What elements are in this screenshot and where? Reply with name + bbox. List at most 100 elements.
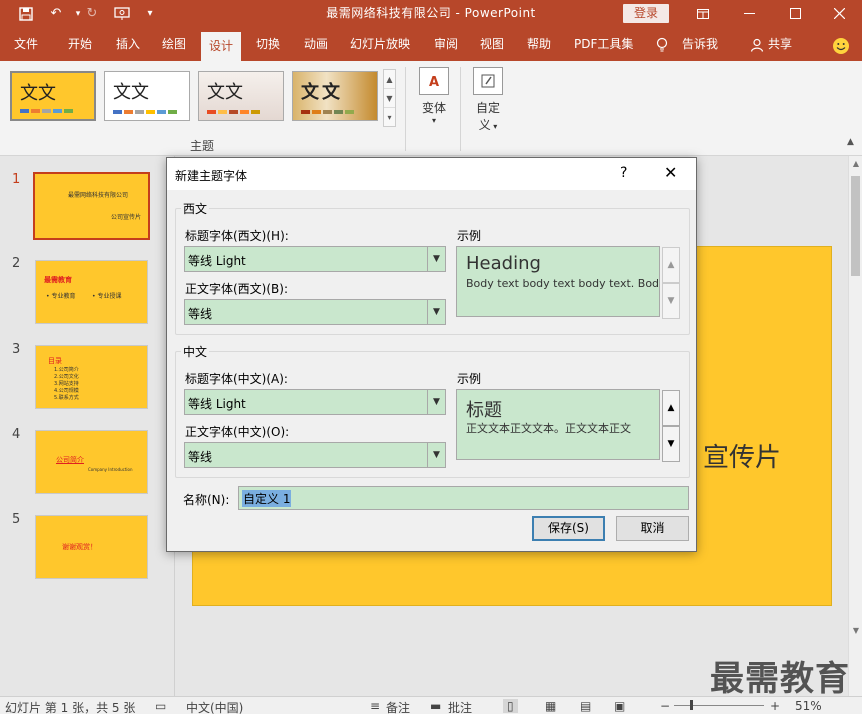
title-bar: ↶ ▾ ↻ ▾ 最需网络科技有限公司 - PowerPoint 登录 xyxy=(0,0,862,27)
slide-sorter-icon[interactable]: ▦ xyxy=(545,699,556,713)
feedback-smiley-icon[interactable] xyxy=(832,34,850,54)
theme-thumbnail-2[interactable]: 文文 xyxy=(104,71,190,121)
tab-insert[interactable]: 插入 xyxy=(116,27,140,61)
new-theme-fonts-dialog: 新建主题字体 ? ✕ 西文 标题字体(西文)(H): 等线 Light ▼ 正文… xyxy=(166,157,697,552)
western-preview-scroll-down-icon[interactable]: ▼ xyxy=(662,283,680,319)
east-heading-font-label: 标题字体(中文)(A): xyxy=(185,372,288,386)
scrollbar-thumb[interactable] xyxy=(851,176,860,276)
share-user-icon[interactable] xyxy=(750,27,764,61)
scroll-up-icon[interactable]: ▲ xyxy=(851,159,861,169)
comments-icon[interactable]: ▬ xyxy=(430,699,441,713)
slide-thumbnail-1[interactable]: 最需网络科技有限公司 公司宣传片 xyxy=(33,172,150,240)
ribbon-display-options-icon[interactable] xyxy=(680,0,726,27)
theme-color-bars xyxy=(207,110,260,114)
tab-slideshow[interactable]: 幻灯片放映 xyxy=(350,27,410,61)
chevron-down-icon[interactable]: ▼ xyxy=(427,247,445,271)
tab-tell-me[interactable]: 告诉我 xyxy=(682,27,718,61)
western-heading-font-value: 等线 Light xyxy=(188,254,246,268)
thumb-text: • 专业教育 xyxy=(46,293,76,300)
close-window-icon[interactable] xyxy=(816,0,862,27)
notes-button[interactable]: 备注 xyxy=(386,699,410,714)
zoom-level[interactable]: 51% xyxy=(795,699,822,713)
cancel-button[interactable]: 取消 xyxy=(616,516,689,541)
notes-icon[interactable]: ≡ xyxy=(370,699,380,713)
redo-icon[interactable]: ↻ xyxy=(80,0,104,27)
slideshow-view-icon[interactable]: ▣ xyxy=(614,699,625,713)
east-preview-scroll-down-icon[interactable]: ▼ xyxy=(662,426,680,462)
east-body-font-select[interactable]: 等线 ▼ xyxy=(184,442,446,468)
western-preview-scroll-up-icon[interactable]: ▲ xyxy=(662,247,680,283)
theme-thumbnail-3[interactable]: 文文 xyxy=(198,71,284,121)
tab-draw[interactable]: 绘图 xyxy=(162,27,186,61)
theme-gallery-scroller[interactable]: ▲ ▼ ▾ xyxy=(383,69,396,127)
thumb-text: 最需教育 xyxy=(44,276,72,284)
slide-subtitle[interactable]: 宣传片 xyxy=(703,437,781,474)
gallery-down-icon[interactable]: ▼ xyxy=(384,89,395,108)
spelling-check-icon[interactable]: ▭ xyxy=(155,699,166,713)
thumb-text: 4.公司规模 xyxy=(54,388,79,394)
slide-number-4: 4 xyxy=(12,427,21,442)
editor-vertical-scrollbar[interactable]: ▲ ▼ xyxy=(848,156,862,696)
start-slideshow-icon[interactable] xyxy=(110,0,134,27)
tab-share[interactable]: 共享 xyxy=(768,27,792,61)
tell-me-lightbulb-icon[interactable] xyxy=(656,27,668,61)
maximize-icon[interactable] xyxy=(772,0,818,27)
slide-thumbnail-5[interactable]: 谢谢观赏！ xyxy=(35,515,148,579)
dialog-close-icon[interactable]: ✕ xyxy=(664,163,677,182)
tab-design[interactable]: 设计 xyxy=(201,32,242,61)
gallery-more-icon[interactable]: ▾ xyxy=(384,108,395,127)
minimize-icon[interactable] xyxy=(726,0,772,27)
tab-file[interactable]: 文件 xyxy=(14,27,38,61)
collapse-ribbon-icon[interactable]: ▲ xyxy=(847,137,854,147)
thumb-text: 1.公司简介 xyxy=(54,367,79,373)
thumb-text: 目录 xyxy=(48,357,62,365)
western-preview-body: Body text body text body text. Body xyxy=(466,277,660,290)
comments-button[interactable]: 批注 xyxy=(448,699,472,714)
save-icon[interactable] xyxy=(14,0,38,27)
chevron-down-icon[interactable]: ▼ xyxy=(427,443,445,467)
western-section-label: 西文 xyxy=(181,200,210,217)
theme-thumbnail-1[interactable]: 文文 xyxy=(10,71,96,121)
ribbon-design-panel: 文文 文文 文文 文文 ▲ ▼ ▾ 主题 A 变体 ▾ 自定 义 ▾ ▲ xyxy=(0,61,862,156)
help-icon[interactable]: ? xyxy=(620,165,627,181)
variants-button[interactable]: A 变体 ▾ xyxy=(414,67,454,125)
tab-help[interactable]: 帮助 xyxy=(527,27,551,61)
tab-pdf-tools[interactable]: PDF工具集 xyxy=(574,27,633,61)
east-heading-font-value: 等线 Light xyxy=(188,397,246,411)
tab-transitions[interactable]: 切换 xyxy=(256,27,280,61)
slide-thumbnail-3[interactable]: 目录 1.公司简介 2.公司文化 3.网站支持 4.公司规模 5.联系方式 xyxy=(35,345,148,409)
slide-thumbnail-2[interactable]: 最需教育 • 专业教育 • 专业授课 xyxy=(35,260,148,324)
east-asian-section-label: 中文 xyxy=(181,343,210,360)
theme-name-input[interactable]: 自定义 1 xyxy=(238,486,689,510)
customize-button[interactable]: 自定 义 ▾ xyxy=(468,67,508,133)
zoom-slider[interactable] xyxy=(674,705,764,706)
chevron-down-icon[interactable]: ▼ xyxy=(427,300,445,324)
reading-view-icon[interactable]: ▤ xyxy=(580,699,591,713)
normal-view-icon[interactable]: ▯ xyxy=(503,699,518,713)
tab-review[interactable]: 审阅 xyxy=(434,27,458,61)
scroll-down-icon[interactable]: ▼ xyxy=(851,626,861,636)
save-button[interactable]: 保存(S) xyxy=(532,516,605,541)
tab-view[interactable]: 视图 xyxy=(480,27,504,61)
western-heading-font-select[interactable]: 等线 Light ▼ xyxy=(184,246,446,272)
gallery-up-icon[interactable]: ▲ xyxy=(384,70,395,89)
tab-animations[interactable]: 动画 xyxy=(304,27,328,61)
zoom-out-icon[interactable]: − xyxy=(660,699,670,713)
slide-counter: 幻灯片 第 1 张，共 5 张 xyxy=(5,701,136,714)
east-preview-label: 示例 xyxy=(457,372,482,386)
slide-thumbnail-4[interactable]: 公司简介 Company Introduction xyxy=(35,430,148,494)
western-body-font-select[interactable]: 等线 ▼ xyxy=(184,299,446,325)
zoom-in-icon[interactable]: + xyxy=(770,699,780,713)
east-preview-scroll-up-icon[interactable]: ▲ xyxy=(662,390,680,426)
dialog-title: 新建主题字体 xyxy=(175,169,248,183)
language-indicator[interactable]: 中文(中国) xyxy=(186,699,243,714)
variants-dropdown-icon: ▾ xyxy=(431,116,436,125)
zoom-slider-thumb[interactable] xyxy=(690,700,693,710)
login-button[interactable]: 登录 xyxy=(623,4,669,23)
undo-icon[interactable]: ↶ xyxy=(44,0,68,27)
east-heading-font-select[interactable]: 等线 Light ▼ xyxy=(184,389,446,415)
theme-thumbnail-4[interactable]: 文文 xyxy=(292,71,378,121)
chevron-down-icon[interactable]: ▼ xyxy=(427,390,445,414)
tab-home[interactable]: 开始 xyxy=(68,27,92,61)
customize-quick-access-icon[interactable]: ▾ xyxy=(138,0,162,27)
